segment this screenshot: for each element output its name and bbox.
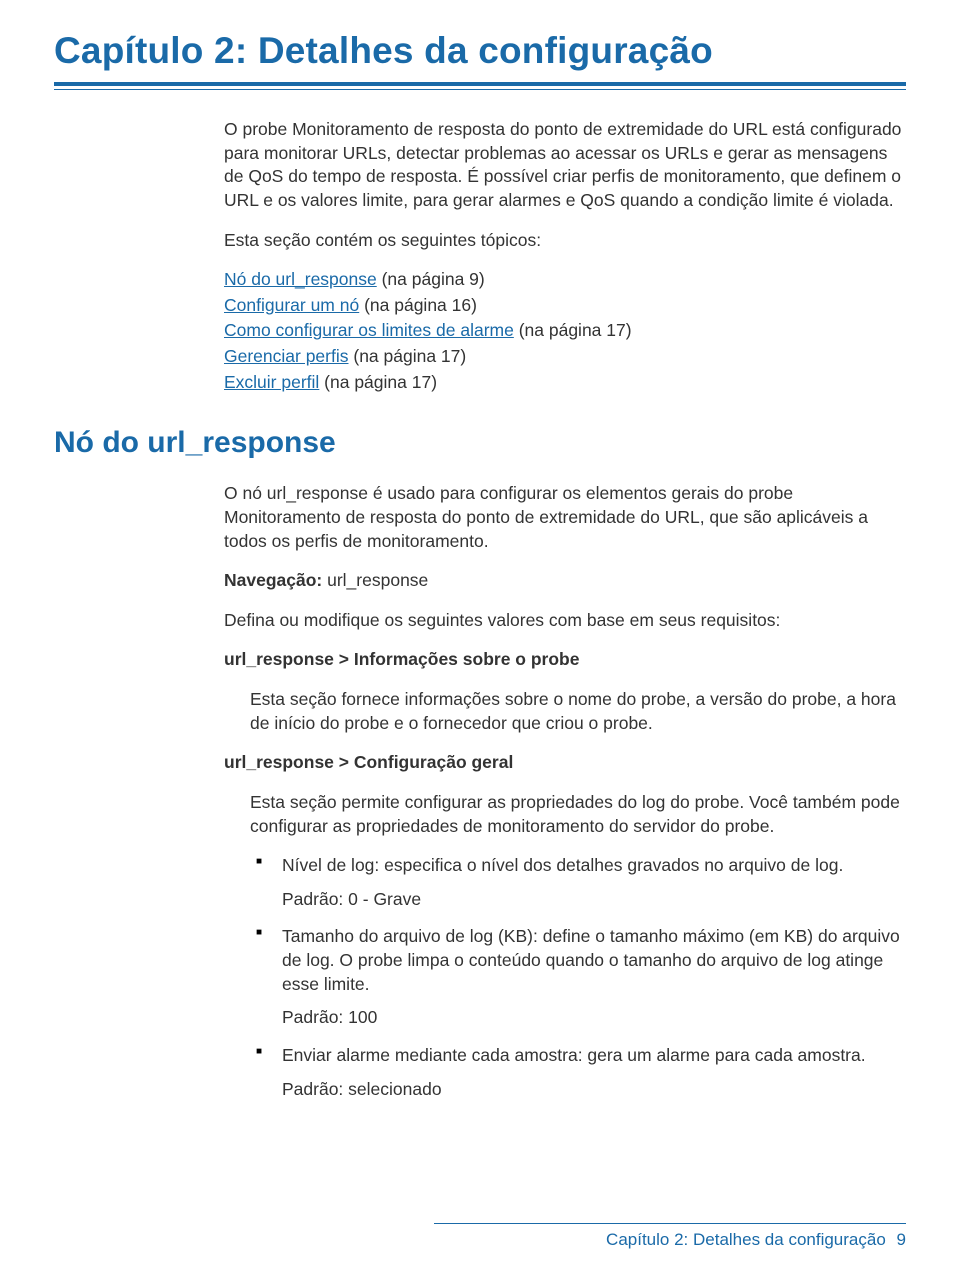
default-value: Padrão: 100 <box>282 1006 906 1030</box>
page-footer: Capítulo 2: Detalhes da configuração 9 <box>54 1223 906 1250</box>
list-item: Enviar alarme mediante cada amostra: ger… <box>250 1044 906 1101</box>
bullet-text: Tamanho do arquivo de log (KB): define o… <box>282 926 900 993</box>
subsection-body: Esta seção permite configurar as proprie… <box>250 791 906 838</box>
toc-link-excluir-perfil[interactable]: Excluir perfil <box>224 372 319 392</box>
toc-list: Nó do url_response (na página 9) Configu… <box>224 268 906 394</box>
section-para: Defina ou modifique os seguintes valores… <box>224 609 906 633</box>
footer-text: Capítulo 2: Detalhes da configuração 9 <box>54 1230 906 1250</box>
chapter-intro-block: O probe Monitoramento de resposta do pon… <box>224 118 906 394</box>
bullet-text: Enviar alarme mediante cada amostra: ger… <box>282 1045 866 1065</box>
toc-suffix: (na página 17) <box>514 320 632 340</box>
toc-link-configurar-no[interactable]: Configurar um nó <box>224 295 359 315</box>
bullet-text: Nível de log: especifica o nível dos det… <box>282 855 843 875</box>
footer-rule <box>434 1223 906 1224</box>
toc-suffix: (na página 17) <box>319 372 437 392</box>
toc-item: Gerenciar perfis (na página 17) <box>224 345 906 369</box>
chapter-intro: O probe Monitoramento de resposta do pon… <box>224 118 906 213</box>
title-rule <box>54 82 906 90</box>
footer-chapter: Capítulo 2: Detalhes da configuração <box>606 1230 886 1249</box>
section-body: O nó url_response é usado para configura… <box>224 482 906 1101</box>
subsection-title-info-probe: url_response > Informações sobre o probe <box>224 648 906 672</box>
toc-item: Excluir perfil (na página 17) <box>224 371 906 395</box>
toc-link-gerenciar-perfis[interactable]: Gerenciar perfis <box>224 346 349 366</box>
toc-suffix: (na página 17) <box>349 346 467 366</box>
toc-item: Como configurar os limites de alarme (na… <box>224 319 906 343</box>
nav-label: Navegação: <box>224 570 322 590</box>
toc-suffix: (na página 16) <box>359 295 477 315</box>
footer-page-number: 9 <box>897 1230 906 1250</box>
default-value: Padrão: 0 - Grave <box>282 888 906 912</box>
nav-value: url_response <box>322 570 428 590</box>
toc-link-url-response[interactable]: Nó do url_response <box>224 269 377 289</box>
toc-lead: Esta seção contém os seguintes tópicos: <box>224 229 906 253</box>
subsection-title-config-geral: url_response > Configuração geral <box>224 751 906 775</box>
section-title-url-response: Nó do url_response <box>54 426 906 460</box>
toc-item: Nó do url_response (na página 9) <box>224 268 906 292</box>
list-item: Nível de log: especifica o nível dos det… <box>250 854 906 911</box>
section-para: O nó url_response é usado para configura… <box>224 482 906 553</box>
navigation-line: Navegação: url_response <box>224 569 906 593</box>
list-item: Tamanho do arquivo de log (KB): define o… <box>250 925 906 1030</box>
bullet-list: Nível de log: especifica o nível dos det… <box>250 854 906 1101</box>
toc-link-limites-alarme[interactable]: Como configurar os limites de alarme <box>224 320 514 340</box>
toc-suffix: (na página 9) <box>377 269 485 289</box>
subsection-body: Esta seção fornece informações sobre o n… <box>250 688 906 735</box>
toc-item: Configurar um nó (na página 16) <box>224 294 906 318</box>
default-value: Padrão: selecionado <box>282 1078 906 1102</box>
chapter-title: Capítulo 2: Detalhes da configuração <box>54 30 906 72</box>
